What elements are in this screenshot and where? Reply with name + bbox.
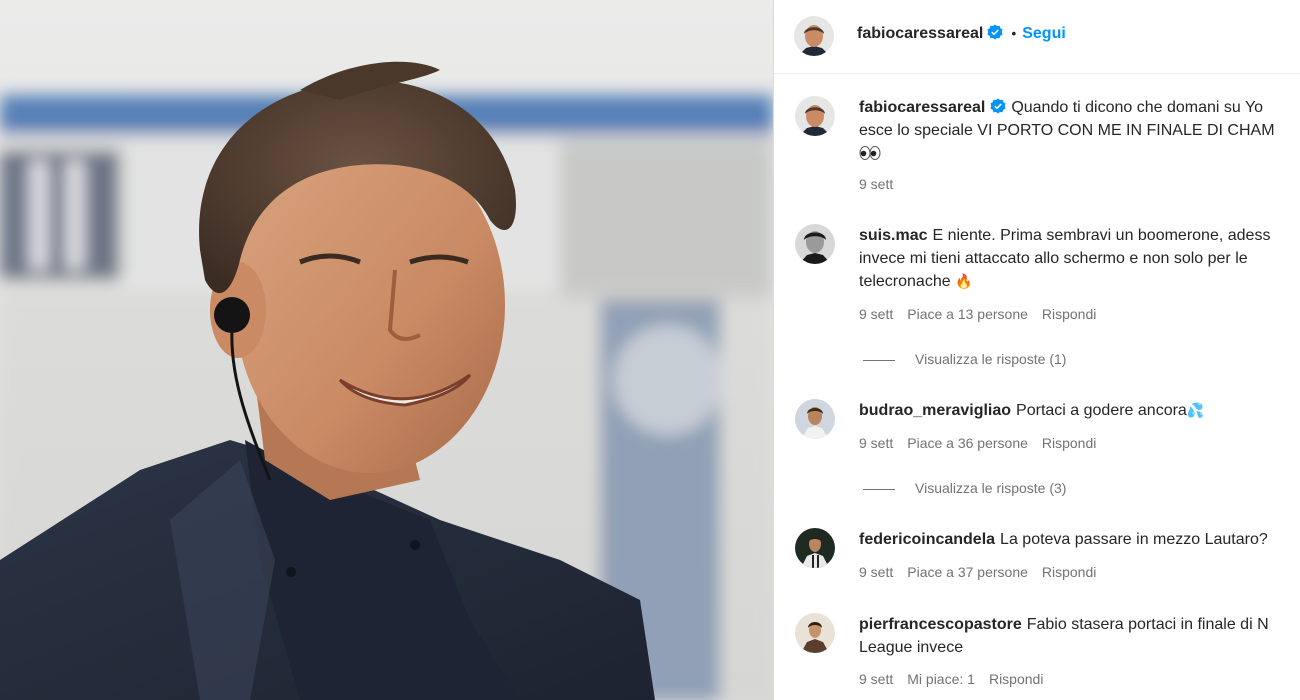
commenter-username[interactable]: budrao_meravigliao <box>859 402 1011 419</box>
comment-time[interactable]: 9 sett <box>859 306 893 322</box>
comment-text: pierfrancescopastore Fabio stasera portac… <box>859 613 1300 659</box>
replies-line <box>863 359 895 361</box>
comment-likes[interactable]: Piace a 37 persone <box>907 564 1028 580</box>
commenter-username[interactable]: pierfrancescopastore <box>859 616 1022 633</box>
post-caption: fabiocaressareal Quando ti dicono che dom… <box>774 96 1300 196</box>
caption-time[interactable]: 9 sett <box>859 176 893 192</box>
verified-badge-icon <box>987 24 1003 40</box>
author-username[interactable]: fabiocaressareal <box>857 25 983 42</box>
reply-button[interactable]: Rispondi <box>1042 435 1096 451</box>
comment-likes[interactable]: Mi piace: 1 <box>907 671 975 687</box>
comment-item: federicoincandela La poteva passare in me… <box>774 528 1300 588</box>
reply-button[interactable]: Rispondi <box>1042 564 1096 580</box>
comment-time[interactable]: 9 sett <box>859 671 893 687</box>
reply-button[interactable]: Rispondi <box>1042 306 1096 322</box>
commenter-username[interactable]: federicoincandela <box>859 531 995 548</box>
comment-meta: 9 sett Piace a 13 persone Rispondi <box>859 306 1110 322</box>
comment-line-1: La poteva passare in mezzo Lautaro? <box>1000 531 1268 548</box>
caption-avatar[interactable] <box>795 96 835 136</box>
comment-item: suis.mac E niente. Prima sembravi un boom… <box>774 224 1300 374</box>
header-line: fabiocaressareal • Segui <box>857 24 1066 43</box>
post-image[interactable] <box>0 0 773 700</box>
comment-text: federicoincandela La poteva passare in me… <box>859 528 1300 551</box>
view-replies-button[interactable]: Visualizza le risposte (1) <box>863 351 1066 367</box>
header-separator: • <box>1011 25 1017 41</box>
reply-button[interactable]: Rispondi <box>989 671 1043 687</box>
comment-item: pierfrancescopastore Fabio stasera portac… <box>774 613 1300 700</box>
comment-line-1: Fabio stasera portaci in finale di N <box>1026 616 1269 633</box>
fire-icon: 🔥 <box>955 274 973 290</box>
post-header: fabiocaressareal • Segui <box>774 0 1300 74</box>
commenter-username[interactable]: suis.mac <box>859 227 927 244</box>
caption-username[interactable]: fabiocaressareal <box>859 99 985 116</box>
comment-meta: 9 sett Piace a 37 persone Rispondi <box>859 564 1110 580</box>
eyes-icon <box>859 144 881 167</box>
comment-time[interactable]: 9 sett <box>859 435 893 451</box>
comment-line-1: Portaci a godere ancora <box>1016 402 1187 419</box>
caption-text: fabiocaressareal Quando ti dicono che dom… <box>859 96 1300 167</box>
comment-text: suis.mac E niente. Prima sembravi un boom… <box>859 224 1300 294</box>
post-photo <box>0 0 773 700</box>
author-avatar[interactable] <box>794 16 834 56</box>
commenter-avatar[interactable] <box>795 399 835 439</box>
replies-line <box>863 488 895 490</box>
comment-meta: 9 sett Piace a 36 persone Rispondi <box>859 435 1110 451</box>
commenter-avatar[interactable] <box>795 528 835 568</box>
view-replies-button[interactable]: Visualizza le risposte (3) <box>863 480 1066 496</box>
caption-verified-icon <box>990 98 1006 114</box>
comment-line-3: telecronache <box>859 273 951 290</box>
follow-button[interactable]: Segui <box>1022 25 1066 42</box>
comment-meta: 9 sett Mi piace: 1 Rispondi <box>859 671 1057 687</box>
caption-line-1: Quando ti dicono che domani su Yo <box>1011 99 1264 116</box>
comment-time[interactable]: 9 sett <box>859 564 893 580</box>
view-replies-label: Visualizza le risposte (3) <box>915 480 1067 496</box>
comment-line-2: League invece <box>859 639 964 656</box>
comment-line-2: invece mi tieni attaccato allo schermo e… <box>859 250 1248 267</box>
caption-meta: 9 sett <box>859 176 907 192</box>
post-sidebar: fabiocaressareal • Segui fabiocaressareal Q… <box>774 0 1300 700</box>
comment-likes[interactable]: Piace a 13 persone <box>907 306 1028 322</box>
comment-text: budrao_meravigliao Portaci a godere ancor… <box>859 399 1300 423</box>
commenter-avatar[interactable] <box>795 613 835 653</box>
comment-item: budrao_meravigliao Portaci a godere ancor… <box>774 399 1300 509</box>
caption-line-2: esce lo speciale VI PORTO CON ME IN FINA… <box>859 122 1275 139</box>
view-replies-label: Visualizza le risposte (1) <box>915 351 1067 367</box>
sweat-droplets-icon: 💦 <box>1186 403 1205 419</box>
comment-line-1: E niente. Prima sembravi un boomerone, a… <box>932 227 1271 244</box>
comment-likes[interactable]: Piace a 36 persone <box>907 435 1028 451</box>
commenter-avatar[interactable] <box>795 224 835 264</box>
